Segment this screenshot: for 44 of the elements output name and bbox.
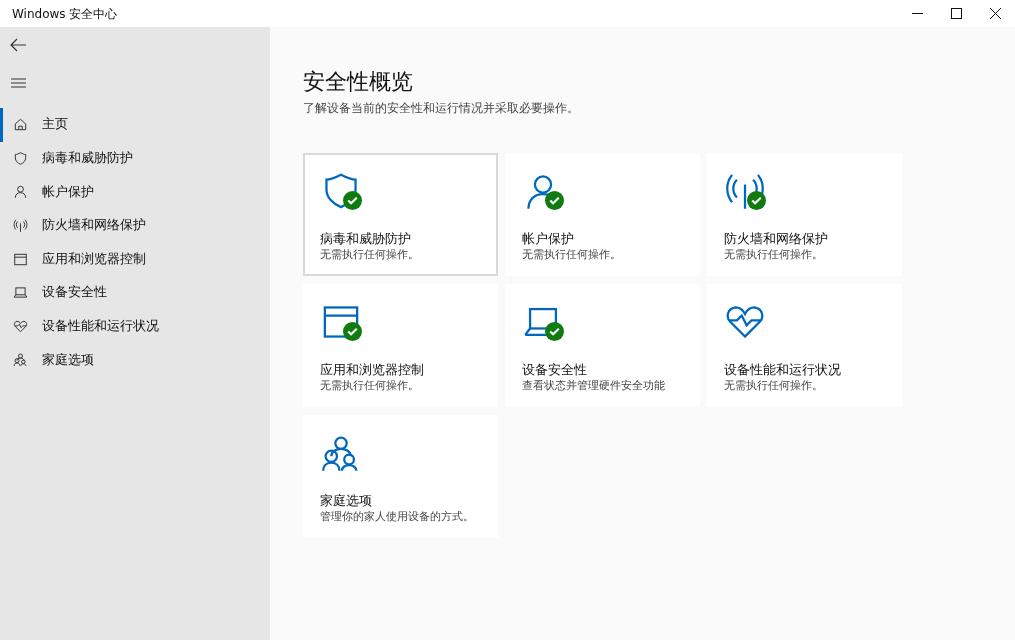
status-card[interactable]: 设备安全性 查看状态并管理硬件安全功能 bbox=[505, 284, 700, 407]
laptop-icon bbox=[13, 285, 28, 301]
close-icon bbox=[990, 8, 1001, 19]
menu-icon bbox=[10, 78, 26, 88]
minimize-icon bbox=[912, 13, 923, 14]
status-card[interactable]: 帐户保护 无需执行任何操作。 bbox=[505, 153, 700, 276]
page-subtitle: 了解设备当前的安全性和运行情况并采取必要操作。 bbox=[303, 100, 580, 117]
window-icon bbox=[13, 251, 28, 267]
shield-icon bbox=[13, 150, 28, 166]
card-title: 帐户保护 bbox=[522, 230, 575, 247]
status-card[interactable]: 家庭选项 管理你的家人使用设备的方式。 bbox=[303, 415, 498, 538]
sidebar-item[interactable]: 设备性能和运行状况 bbox=[0, 309, 270, 344]
status-card[interactable]: 设备性能和运行状况 无需执行任何操作。 bbox=[707, 284, 902, 407]
sidebar-item[interactable]: 防火墙和网络保护 bbox=[0, 208, 270, 243]
card-status: 无需执行任何操作。 bbox=[320, 247, 420, 263]
window-title: Windows 安全中心 bbox=[12, 5, 118, 23]
status-card[interactable]: 防火墙和网络保护 无需执行任何操作。 bbox=[707, 153, 902, 276]
card-title: 设备性能和运行状况 bbox=[724, 361, 842, 378]
status-card[interactable]: 应用和浏览器控制 无需执行任何操作。 bbox=[303, 284, 498, 407]
heart-pulse-icon bbox=[13, 318, 28, 334]
antenna-icon bbox=[13, 218, 28, 234]
family-icon bbox=[13, 352, 28, 368]
home-icon bbox=[13, 117, 28, 133]
card-title: 家庭选项 bbox=[320, 492, 373, 509]
maximize-icon bbox=[951, 8, 962, 19]
back-arrow-icon bbox=[10, 38, 26, 52]
card-title: 病毒和威胁防护 bbox=[320, 230, 412, 247]
card-title: 防火墙和网络保护 bbox=[724, 230, 829, 247]
sidebar-item[interactable]: 家庭选项 bbox=[0, 343, 270, 377]
card-status: 无需执行任何操作。 bbox=[724, 378, 824, 394]
page-title: 安全性概览 bbox=[303, 68, 414, 96]
person-icon bbox=[13, 184, 28, 200]
card-status: 无需执行任何操作。 bbox=[724, 247, 824, 263]
sidebar-item[interactable]: 帐户保护 bbox=[0, 175, 270, 209]
card-title: 应用和浏览器控制 bbox=[320, 361, 425, 378]
status-card[interactable]: 病毒和威胁防护 无需执行任何操作。 bbox=[303, 153, 498, 276]
card-status: 无需执行任何操作。 bbox=[522, 247, 622, 263]
card-status: 管理你的家人使用设备的方式。 bbox=[320, 509, 475, 525]
card-title: 设备安全性 bbox=[522, 361, 588, 378]
sidebar-item[interactable]: 病毒和威胁防护 bbox=[0, 141, 270, 176]
card-status: 无需执行任何操作。 bbox=[320, 378, 420, 394]
sidebar-item[interactable]: 设备安全性 bbox=[0, 275, 270, 310]
sidebar-item[interactable]: 应用和浏览器控制 bbox=[0, 242, 270, 276]
card-status: 查看状态并管理硬件安全功能 bbox=[522, 378, 666, 394]
